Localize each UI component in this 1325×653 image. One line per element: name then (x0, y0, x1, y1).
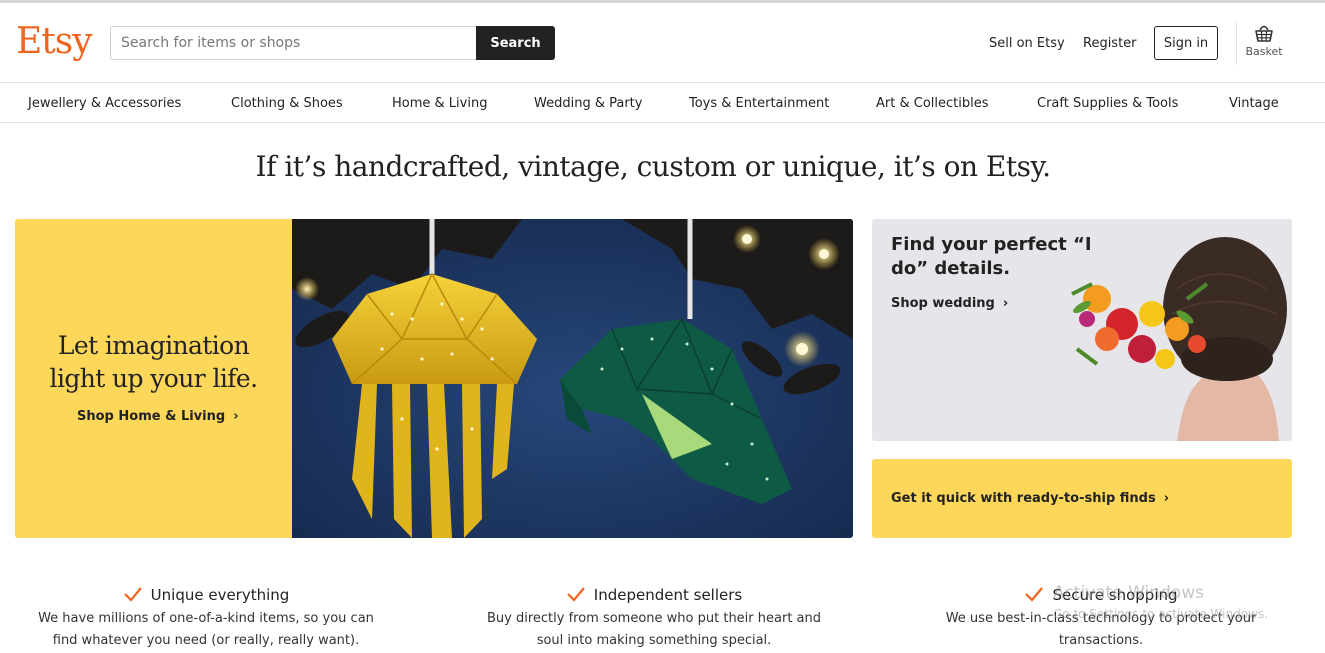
nav-item-vintage[interactable]: Vintage (1229, 96, 1279, 111)
basket-label: Basket (1245, 45, 1283, 58)
register-link[interactable]: Register (1083, 36, 1137, 51)
nav-item-clothing-shoes[interactable]: Clothing & Shoes (231, 96, 343, 111)
checkmark-icon (123, 586, 142, 602)
chevron-right-icon: › (1163, 491, 1170, 506)
sell-on-etsy-link[interactable]: Sell on Etsy (989, 36, 1065, 51)
value-prop-title: Unique everything (150, 586, 290, 604)
nav-item-home-living[interactable]: Home & Living (392, 96, 487, 111)
wedding-title: Find your perfect “I do” details. (891, 234, 1092, 279)
nav-item-jewellery-accessories[interactable]: Jewellery & Accessories (28, 96, 181, 111)
value-prop-text: We use best-in-class technology to prote… (945, 611, 1257, 648)
value-prop-unique: Unique everything We have millions of on… (30, 586, 382, 652)
hero-text-panel: Let imagination light up your life. Shop… (15, 219, 292, 538)
header-divider (1236, 21, 1237, 65)
nav-item-wedding-party[interactable]: Wedding & Party (534, 96, 642, 111)
nav-item-art-collectibles[interactable]: Art & Collectibles (876, 96, 988, 111)
ready-to-ship-link[interactable]: Get it quick with ready-to-ship finds › (891, 491, 1169, 506)
checkmark-icon (567, 586, 585, 602)
etsy-logo[interactable]: Etsy (16, 21, 93, 62)
category-nav: Jewellery & Accessories Clothing & Shoes… (0, 84, 1325, 123)
value-prop-secure: Secure shopping We use best-in-class tec… (925, 586, 1277, 652)
value-prop-title: Secure shopping (1052, 586, 1178, 604)
chevron-right-icon: › (233, 409, 239, 424)
page-headline: If it’s handcrafted, vintage, custom or … (255, 150, 1051, 183)
ready-to-ship-label: Get it quick with ready-to-ship finds (891, 491, 1156, 506)
shop-wedding-link[interactable]: Shop wedding › (891, 296, 1008, 311)
hero-title: Let imagination light up your life. (49, 331, 259, 393)
sign-in-button[interactable]: Sign in (1154, 26, 1218, 60)
basket-button[interactable]: Basket (1243, 21, 1285, 71)
checkmark-icon (1025, 586, 1044, 602)
hero-banner[interactable]: Let imagination light up your life. Shop… (15, 219, 853, 538)
wedding-link-label: Shop wedding (891, 296, 995, 311)
nav-item-craft-supplies-tools[interactable]: Craft Supplies & Tools (1037, 96, 1178, 111)
value-prop-title: Independent sellers (593, 586, 743, 604)
hero-link-label: Shop Home & Living (77, 409, 226, 424)
nav-item-toys-entertainment[interactable]: Toys & Entertainment (689, 96, 829, 111)
value-prop-independent: Independent sellers Buy directly from so… (478, 586, 830, 652)
shop-home-living-link[interactable]: Shop Home & Living › (77, 409, 239, 424)
basket-icon (1255, 25, 1273, 42)
value-prop-text: We have millions of one-of-a-kind items,… (38, 611, 374, 648)
value-prop-text: Buy directly from someone who put their … (486, 611, 822, 648)
wedding-card[interactable]: Find your perfect “I do” details. Shop w… (872, 219, 1292, 441)
search-bar: Search (110, 26, 555, 60)
paper-lamps-image (292, 219, 853, 538)
search-input[interactable] (110, 26, 478, 60)
ready-to-ship-card[interactable]: Get it quick with ready-to-ship finds › (872, 459, 1292, 538)
search-button[interactable]: Search (476, 26, 555, 60)
chevron-right-icon: › (1002, 296, 1009, 311)
site-header: Etsy Search Sell on Etsy Register Sign i… (0, 3, 1325, 83)
